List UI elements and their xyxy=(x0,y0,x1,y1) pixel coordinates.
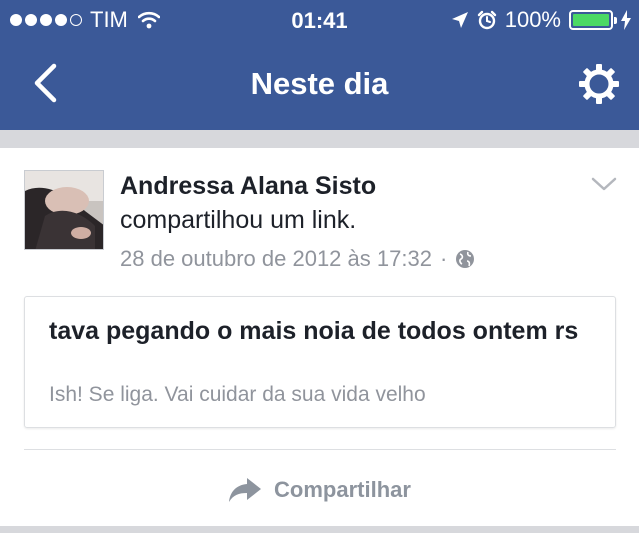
divider xyxy=(24,449,616,450)
share-arrow-icon xyxy=(229,478,262,502)
battery-cap xyxy=(614,17,617,24)
location-arrow-icon xyxy=(451,12,468,28)
battery-percent: 100% xyxy=(504,7,561,32)
post-meta: 28 de outubro de 2012 às 17:32 · xyxy=(120,246,475,272)
memory-post-card: Andressa Alana Sisto compartilhou um lin… xyxy=(0,148,639,526)
battery-fill xyxy=(573,14,609,26)
alarm-clock-icon xyxy=(477,10,496,30)
status-right: 100% xyxy=(451,7,631,32)
link-description: Ish! Se liga. Vai cuidar da sua vida vel… xyxy=(49,383,426,406)
link-title: tava pegando o mais noia de todos ontem … xyxy=(49,317,579,345)
bottom-separator xyxy=(0,526,639,533)
battery-icon xyxy=(569,10,617,30)
section-separator xyxy=(0,130,639,148)
avatar[interactable] xyxy=(24,170,104,250)
globe-icon xyxy=(456,250,475,268)
post-options-button[interactable] xyxy=(589,174,619,194)
gear-icon xyxy=(579,64,619,104)
chevron-down-icon xyxy=(591,177,617,191)
charging-bolt-icon xyxy=(621,10,631,30)
share-label: Compartilhar xyxy=(274,477,411,502)
settings-button[interactable] xyxy=(575,60,623,108)
navigation-bar: Neste dia xyxy=(0,46,639,122)
post-action: compartilhou um link. xyxy=(120,206,357,234)
shared-link-preview[interactable]: tava pegando o mais noia de todos ontem … xyxy=(24,296,616,428)
profile-photo xyxy=(25,171,103,249)
share-button[interactable]: Compartilhar xyxy=(0,470,639,510)
post-timestamp[interactable]: 28 de outubro de 2012 às 17:32 xyxy=(120,246,432,272)
status-bar: TIM 01:41 100% xyxy=(0,0,639,40)
page-title: Neste dia xyxy=(250,66,389,101)
post-author[interactable]: Andressa Alana Sisto xyxy=(120,172,376,201)
meta-separator: · xyxy=(439,246,448,271)
top-bar: TIM 01:41 100% Neste dia xyxy=(0,0,639,130)
